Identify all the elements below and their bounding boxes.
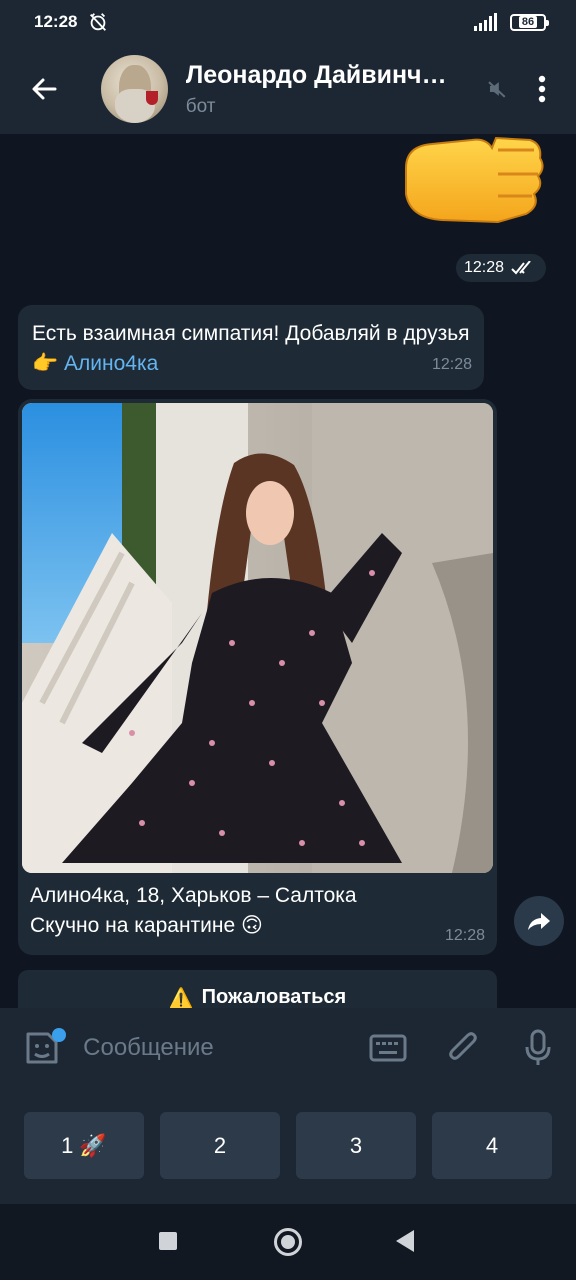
more-vert-icon <box>538 75 545 103</box>
share-icon <box>528 913 550 930</box>
battery-level: 86 <box>518 16 538 28</box>
keyboard-button[interactable] <box>350 1008 425 1088</box>
photo-caption: Алино4ка, 18, Харьков – Салтока Скучно н… <box>30 881 357 941</box>
emoji-button[interactable] <box>0 1008 83 1088</box>
system-nav-bar <box>0 1204 576 1280</box>
keyboard-button-4[interactable]: 4 <box>432 1112 552 1179</box>
caption-line-2: Скучно на карантине 🙃 <box>30 911 357 941</box>
avatar-wine-glass <box>145 91 158 105</box>
mic-button[interactable] <box>501 1008 576 1088</box>
battery-icon: 86 <box>510 13 549 31</box>
chat-title: Леонардо Дайвинч… <box>185 60 447 89</box>
double-check-icon <box>511 261 531 275</box>
chat-area[interactable]: 12:28 Есть взаимная симпатия! Добавляй в… <box>0 134 576 1008</box>
warning-icon: ⚠️ <box>168 988 194 1008</box>
message-time: 12:28 <box>431 356 472 373</box>
button-label: 3 <box>349 1132 363 1158</box>
report-button[interactable]: ⚠️ Пожаловаться <box>18 970 497 1008</box>
message-text: Есть взаимная симпатия! Добавляй в друзь… <box>32 322 470 345</box>
chat-subtitle: бот <box>185 95 216 117</box>
profile-photo[interactable] <box>22 403 493 873</box>
keyboard-button-1[interactable]: 1 🚀 <box>24 1112 144 1179</box>
back-button[interactable] <box>0 44 89 134</box>
message-bubble[interactable]: Есть взаимная симпатия! Добавляй в друзь… <box>18 305 484 390</box>
chat-header: Леонардо Дайвинч… бот <box>0 44 576 134</box>
keyboard-button-2[interactable]: 2 <box>160 1112 280 1179</box>
status-right: 86 <box>470 12 549 32</box>
bot-keyboard: 1 🚀 2 3 4 <box>0 1088 576 1204</box>
home-button[interactable] <box>274 1228 302 1256</box>
title-block[interactable]: Леонардо Дайвинч… бот <box>186 61 482 118</box>
button-label: 4 <box>485 1132 499 1158</box>
message-input[interactable]: Сообщение <box>83 1034 350 1062</box>
caption-line-1: Алино4ка, 18, Харьков – Салтока <box>30 884 357 907</box>
attach-button[interactable] <box>426 1008 501 1088</box>
share-button[interactable] <box>514 896 564 946</box>
button-label: 1 <box>61 1132 74 1158</box>
sticker-time-text: 12:28 <box>463 259 505 276</box>
pointing-emoji: 👉 <box>32 352 59 375</box>
message-composer: Сообщение <box>0 1008 576 1088</box>
status-bar: 12:28 86 <box>0 0 576 44</box>
keyboard-button-3[interactable]: 3 <box>296 1112 416 1179</box>
report-label: Пожаловаться <box>201 986 347 1008</box>
recents-button[interactable] <box>159 1232 177 1250</box>
sticker-time: 12:28 <box>456 254 546 282</box>
rocket-icon: 🚀 <box>79 1132 107 1158</box>
photo-message[interactable]: Алино4ка, 18, Харьков – Салтока Скучно н… <box>18 399 497 955</box>
back-arrow-icon <box>32 78 57 100</box>
keyboard-icon <box>369 1034 407 1062</box>
status-time: 12:28 <box>34 12 78 31</box>
photo-image <box>22 403 493 873</box>
signal-icon <box>474 13 497 31</box>
back-nav-button[interactable] <box>396 1230 414 1252</box>
button-label: 2 <box>213 1132 227 1158</box>
avatar[interactable] <box>100 55 168 123</box>
mute-icon <box>488 81 506 98</box>
thumbs-sticker[interactable] <box>402 134 546 224</box>
message-time: 12:28 <box>444 927 485 944</box>
new-sticker-dot <box>52 1028 66 1042</box>
upside-down-emoji: 🙃 <box>241 914 263 937</box>
attach-icon <box>449 1032 477 1060</box>
mic-icon <box>525 1029 551 1065</box>
profile-link[interactable]: Алино4ка <box>64 352 158 375</box>
caption-text: Скучно на карантине <box>30 914 236 937</box>
more-button[interactable] <box>507 44 576 134</box>
alarm-off-icon <box>90 13 107 31</box>
